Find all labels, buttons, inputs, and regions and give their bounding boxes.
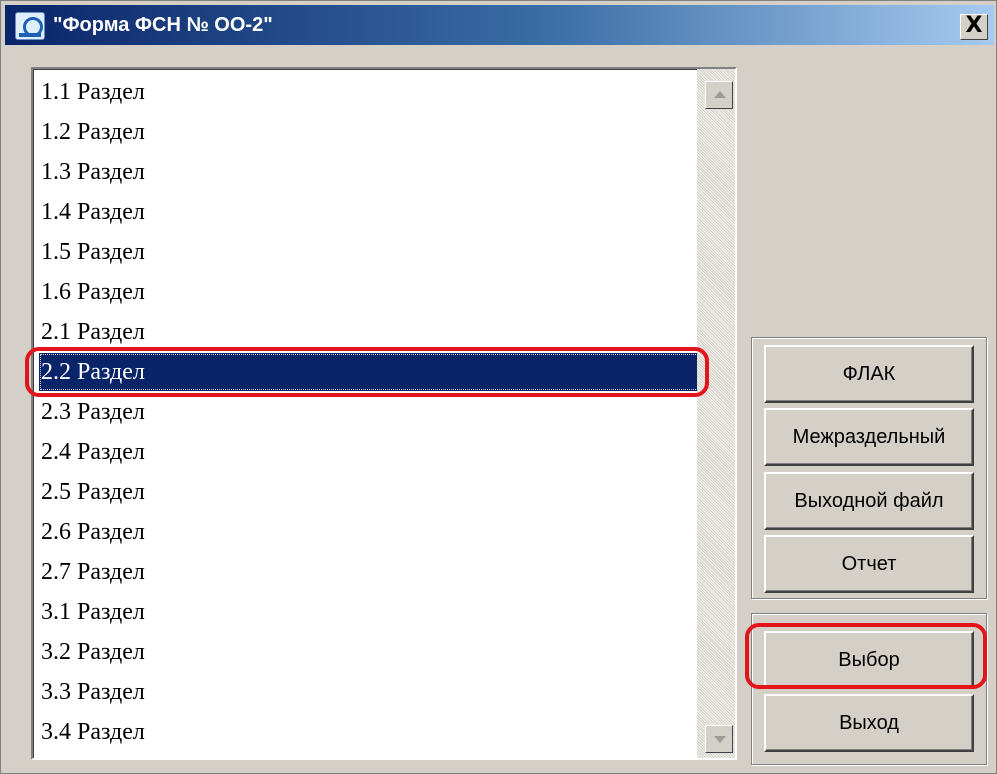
vertical-scrollbar[interactable] — [697, 69, 735, 758]
list-item[interactable]: 1.3 Раздел — [39, 153, 699, 191]
app-logo-icon — [15, 12, 45, 40]
list-item[interactable]: 1.4 Раздел — [39, 193, 699, 231]
interdepartmental-button[interactable]: Межраздельный — [764, 408, 974, 466]
sections-list[interactable]: 1.1 Раздел 1.2 Раздел 1.3 Раздел 1.4 Раз… — [31, 67, 737, 760]
report-button[interactable]: Отчет — [764, 535, 974, 593]
close-button[interactable]: X — [960, 14, 988, 40]
arrow-down-icon — [714, 736, 726, 743]
select-button[interactable]: Выбор — [764, 631, 974, 689]
flak-button[interactable]: ФЛАК — [764, 345, 974, 403]
list-item[interactable]: 2.3 Раздел — [39, 393, 699, 431]
list-item[interactable]: 3.1 Раздел — [39, 593, 699, 631]
list-item-selected[interactable]: 2.2 Раздел — [39, 353, 699, 391]
list-item[interactable]: 2.7 Раздел — [39, 553, 699, 591]
list-item[interactable]: 2.6 Раздел — [39, 513, 699, 551]
list-item[interactable]: 2.5 Раздел — [39, 473, 699, 511]
list-item[interactable]: 3.3 Раздел — [39, 673, 699, 711]
arrow-up-icon — [714, 91, 726, 98]
list-item[interactable]: 3.2 Раздел — [39, 633, 699, 671]
list-item[interactable]: 1.6 Раздел — [39, 273, 699, 311]
list-item[interactable]: 1.2 Раздел — [39, 113, 699, 151]
list-item[interactable]: 2.4 Раздел — [39, 433, 699, 471]
list-item[interactable]: 1.1 Раздел — [39, 73, 699, 111]
exit-button[interactable]: Выход — [764, 694, 974, 752]
output-file-button[interactable]: Выходной файл — [764, 472, 974, 530]
scroll-down-button[interactable] — [705, 725, 733, 753]
list-item[interactable]: 1.5 Раздел — [39, 233, 699, 271]
list-item[interactable]: 3.4 Раздел — [39, 713, 699, 751]
dialog-window: "Форма ФСН № ОО-2" X 1.1 Раздел 1.2 Разд… — [0, 0, 997, 774]
title-bar[interactable]: "Форма ФСН № ОО-2" — [5, 5, 994, 45]
window-title: "Форма ФСН № ОО-2" — [53, 14, 273, 36]
list-item[interactable]: 2.1 Раздел — [39, 313, 699, 351]
scroll-up-button[interactable] — [705, 81, 733, 109]
